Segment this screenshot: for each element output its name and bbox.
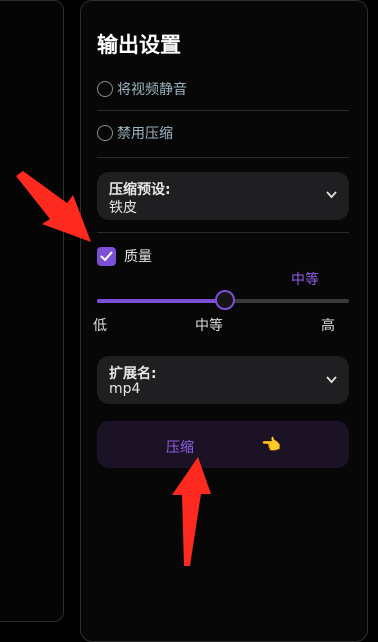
quality-slider[interactable] xyxy=(97,290,349,310)
pointing-hand-icon: 👈 xyxy=(261,435,281,454)
quality-slider-fill xyxy=(97,299,223,303)
extension-value: mp4 xyxy=(109,381,141,397)
compress-button-label: 压缩 xyxy=(166,440,194,456)
mute-video-label: 将视频静音 xyxy=(117,82,187,98)
page-title: 输出设置 xyxy=(97,33,181,57)
compress-button[interactable]: 压缩 👈 xyxy=(97,421,349,468)
quality-tick-low: 低 xyxy=(93,318,107,334)
extension-label: 扩展名: xyxy=(109,366,157,382)
mute-video-checkbox[interactable] xyxy=(97,81,113,97)
quality-tick-high: 高 xyxy=(321,318,335,334)
quality-option[interactable]: 质量 xyxy=(97,246,152,266)
quality-tick-mid: 中等 xyxy=(195,318,223,334)
disable-compression-checkbox[interactable] xyxy=(97,125,113,141)
chevron-down-icon xyxy=(326,376,337,384)
compression-preset-label: 压缩预设: xyxy=(109,182,171,198)
compression-preset-value: 铁皮 xyxy=(109,200,137,216)
quality-slider-thumb[interactable] xyxy=(215,290,235,310)
chevron-down-icon xyxy=(326,191,337,199)
disable-compression-option[interactable]: 禁用压缩 xyxy=(97,123,173,143)
divider xyxy=(97,157,349,158)
left-panel xyxy=(0,0,64,622)
divider xyxy=(97,110,349,111)
quality-checkbox[interactable] xyxy=(97,246,116,266)
quality-label: 质量 xyxy=(124,249,152,265)
compression-preset-select[interactable]: 压缩预设: 铁皮 xyxy=(97,172,349,220)
divider xyxy=(97,232,349,233)
disable-compression-label: 禁用压缩 xyxy=(117,126,173,142)
extension-select[interactable]: 扩展名: mp4 xyxy=(97,356,349,404)
mute-video-option[interactable]: 将视频静音 xyxy=(97,79,187,99)
output-settings-panel: 输出设置 将视频静音 禁用压缩 压缩预设: 铁皮 质量 中等 低 中等 高 扩展… xyxy=(80,0,368,642)
quality-current-value: 中等 xyxy=(291,272,319,288)
checkmark-icon xyxy=(100,251,113,261)
